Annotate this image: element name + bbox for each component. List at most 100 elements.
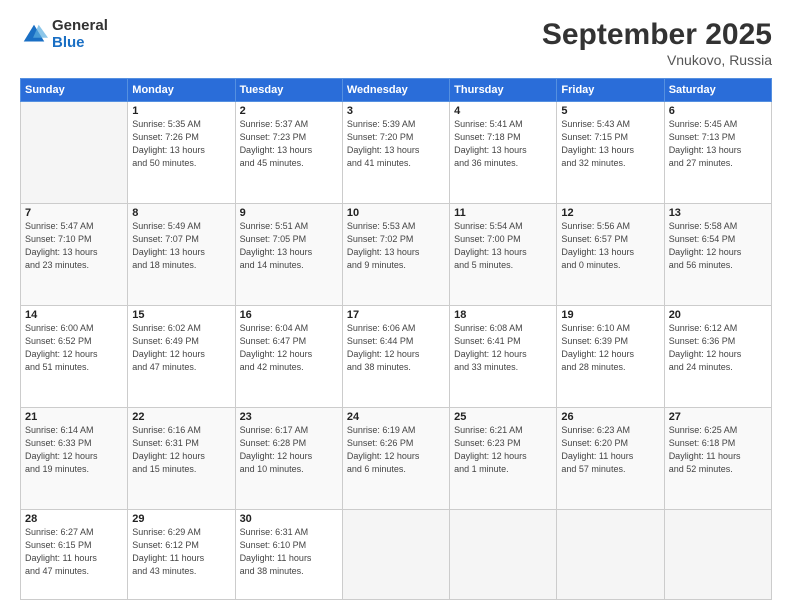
- calendar-cell: 21Sunrise: 6:14 AM Sunset: 6:33 PM Dayli…: [21, 407, 128, 509]
- calendar-cell: 18Sunrise: 6:08 AM Sunset: 6:41 PM Dayli…: [450, 305, 557, 407]
- day-info: Sunrise: 6:29 AM Sunset: 6:12 PM Dayligh…: [132, 526, 230, 578]
- day-info: Sunrise: 5:47 AM Sunset: 7:10 PM Dayligh…: [25, 220, 123, 272]
- day-number: 23: [240, 411, 338, 423]
- day-info: Sunrise: 6:17 AM Sunset: 6:28 PM Dayligh…: [240, 424, 338, 476]
- day-info: Sunrise: 6:19 AM Sunset: 6:26 PM Dayligh…: [347, 424, 445, 476]
- header: General Blue September 2025 Vnukovo, Rus…: [20, 18, 772, 68]
- col-header-monday: Monday: [128, 79, 235, 102]
- calendar-cell: 26Sunrise: 6:23 AM Sunset: 6:20 PM Dayli…: [557, 407, 664, 509]
- day-number: 6: [669, 105, 767, 117]
- day-info: Sunrise: 6:31 AM Sunset: 6:10 PM Dayligh…: [240, 526, 338, 578]
- calendar-week-4: 21Sunrise: 6:14 AM Sunset: 6:33 PM Dayli…: [21, 407, 772, 509]
- calendar-cell: 29Sunrise: 6:29 AM Sunset: 6:12 PM Dayli…: [128, 509, 235, 599]
- day-number: 20: [669, 309, 767, 321]
- calendar-week-5: 28Sunrise: 6:27 AM Sunset: 6:15 PM Dayli…: [21, 509, 772, 599]
- page: General Blue September 2025 Vnukovo, Rus…: [0, 0, 792, 612]
- day-number: 2: [240, 105, 338, 117]
- day-number: 17: [347, 309, 445, 321]
- calendar-cell: 4Sunrise: 5:41 AM Sunset: 7:18 PM Daylig…: [450, 102, 557, 204]
- col-header-wednesday: Wednesday: [342, 79, 449, 102]
- day-info: Sunrise: 6:00 AM Sunset: 6:52 PM Dayligh…: [25, 322, 123, 374]
- day-info: Sunrise: 5:54 AM Sunset: 7:00 PM Dayligh…: [454, 220, 552, 272]
- calendar-cell: [557, 509, 664, 599]
- calendar-cell: [342, 509, 449, 599]
- day-info: Sunrise: 6:06 AM Sunset: 6:44 PM Dayligh…: [347, 322, 445, 374]
- day-number: 13: [669, 207, 767, 219]
- calendar-cell: 5Sunrise: 5:43 AM Sunset: 7:15 PM Daylig…: [557, 102, 664, 204]
- calendar-table: SundayMondayTuesdayWednesdayThursdayFrid…: [20, 78, 772, 600]
- day-info: Sunrise: 5:43 AM Sunset: 7:15 PM Dayligh…: [561, 118, 659, 170]
- day-info: Sunrise: 6:25 AM Sunset: 6:18 PM Dayligh…: [669, 424, 767, 476]
- calendar-cell: 23Sunrise: 6:17 AM Sunset: 6:28 PM Dayli…: [235, 407, 342, 509]
- day-number: 27: [669, 411, 767, 423]
- day-info: Sunrise: 6:10 AM Sunset: 6:39 PM Dayligh…: [561, 322, 659, 374]
- day-number: 26: [561, 411, 659, 423]
- day-number: 9: [240, 207, 338, 219]
- day-number: 18: [454, 309, 552, 321]
- col-header-tuesday: Tuesday: [235, 79, 342, 102]
- day-number: 21: [25, 411, 123, 423]
- day-info: Sunrise: 6:16 AM Sunset: 6:31 PM Dayligh…: [132, 424, 230, 476]
- month-title: September 2025: [542, 18, 772, 52]
- day-number: 8: [132, 207, 230, 219]
- day-info: Sunrise: 5:35 AM Sunset: 7:26 PM Dayligh…: [132, 118, 230, 170]
- calendar-cell: 7Sunrise: 5:47 AM Sunset: 7:10 PM Daylig…: [21, 203, 128, 305]
- calendar-cell: 13Sunrise: 5:58 AM Sunset: 6:54 PM Dayli…: [664, 203, 771, 305]
- calendar-cell: 10Sunrise: 5:53 AM Sunset: 7:02 PM Dayli…: [342, 203, 449, 305]
- day-number: 1: [132, 105, 230, 117]
- day-info: Sunrise: 6:08 AM Sunset: 6:41 PM Dayligh…: [454, 322, 552, 374]
- logo-blue-text: Blue: [52, 35, 108, 52]
- location: Vnukovo, Russia: [542, 52, 772, 68]
- calendar-week-1: 1Sunrise: 5:35 AM Sunset: 7:26 PM Daylig…: [21, 102, 772, 204]
- col-header-thursday: Thursday: [450, 79, 557, 102]
- calendar-cell: 8Sunrise: 5:49 AM Sunset: 7:07 PM Daylig…: [128, 203, 235, 305]
- calendar-cell: 25Sunrise: 6:21 AM Sunset: 6:23 PM Dayli…: [450, 407, 557, 509]
- day-number: 25: [454, 411, 552, 423]
- day-info: Sunrise: 6:02 AM Sunset: 6:49 PM Dayligh…: [132, 322, 230, 374]
- day-number: 28: [25, 513, 123, 525]
- calendar-cell: 15Sunrise: 6:02 AM Sunset: 6:49 PM Dayli…: [128, 305, 235, 407]
- day-number: 14: [25, 309, 123, 321]
- calendar-cell: 1Sunrise: 5:35 AM Sunset: 7:26 PM Daylig…: [128, 102, 235, 204]
- day-info: Sunrise: 5:51 AM Sunset: 7:05 PM Dayligh…: [240, 220, 338, 272]
- calendar-cell: 22Sunrise: 6:16 AM Sunset: 6:31 PM Dayli…: [128, 407, 235, 509]
- calendar-cell: 11Sunrise: 5:54 AM Sunset: 7:00 PM Dayli…: [450, 203, 557, 305]
- calendar-week-3: 14Sunrise: 6:00 AM Sunset: 6:52 PM Dayli…: [21, 305, 772, 407]
- day-info: Sunrise: 5:39 AM Sunset: 7:20 PM Dayligh…: [347, 118, 445, 170]
- day-info: Sunrise: 6:14 AM Sunset: 6:33 PM Dayligh…: [25, 424, 123, 476]
- calendar-cell: 20Sunrise: 6:12 AM Sunset: 6:36 PM Dayli…: [664, 305, 771, 407]
- day-info: Sunrise: 5:53 AM Sunset: 7:02 PM Dayligh…: [347, 220, 445, 272]
- day-number: 19: [561, 309, 659, 321]
- logo: General Blue: [20, 18, 108, 51]
- calendar-cell: 30Sunrise: 6:31 AM Sunset: 6:10 PM Dayli…: [235, 509, 342, 599]
- day-info: Sunrise: 5:41 AM Sunset: 7:18 PM Dayligh…: [454, 118, 552, 170]
- calendar-cell: [450, 509, 557, 599]
- calendar-cell: 3Sunrise: 5:39 AM Sunset: 7:20 PM Daylig…: [342, 102, 449, 204]
- logo-text: General Blue: [52, 18, 108, 51]
- logo-general-text: General: [52, 18, 108, 35]
- day-info: Sunrise: 5:49 AM Sunset: 7:07 PM Dayligh…: [132, 220, 230, 272]
- calendar-cell: 12Sunrise: 5:56 AM Sunset: 6:57 PM Dayli…: [557, 203, 664, 305]
- calendar-cell: [664, 509, 771, 599]
- day-info: Sunrise: 6:27 AM Sunset: 6:15 PM Dayligh…: [25, 526, 123, 578]
- day-number: 24: [347, 411, 445, 423]
- calendar-cell: 28Sunrise: 6:27 AM Sunset: 6:15 PM Dayli…: [21, 509, 128, 599]
- day-number: 4: [454, 105, 552, 117]
- day-number: 7: [25, 207, 123, 219]
- title-block: September 2025 Vnukovo, Russia: [542, 18, 772, 68]
- calendar-cell: 6Sunrise: 5:45 AM Sunset: 7:13 PM Daylig…: [664, 102, 771, 204]
- day-number: 3: [347, 105, 445, 117]
- calendar-cell: 16Sunrise: 6:04 AM Sunset: 6:47 PM Dayli…: [235, 305, 342, 407]
- day-info: Sunrise: 5:56 AM Sunset: 6:57 PM Dayligh…: [561, 220, 659, 272]
- calendar-cell: 17Sunrise: 6:06 AM Sunset: 6:44 PM Dayli…: [342, 305, 449, 407]
- day-number: 29: [132, 513, 230, 525]
- day-info: Sunrise: 5:45 AM Sunset: 7:13 PM Dayligh…: [669, 118, 767, 170]
- logo-icon: [20, 21, 48, 49]
- day-number: 22: [132, 411, 230, 423]
- col-header-friday: Friday: [557, 79, 664, 102]
- day-info: Sunrise: 6:23 AM Sunset: 6:20 PM Dayligh…: [561, 424, 659, 476]
- day-number: 12: [561, 207, 659, 219]
- day-number: 16: [240, 309, 338, 321]
- day-number: 11: [454, 207, 552, 219]
- day-info: Sunrise: 5:58 AM Sunset: 6:54 PM Dayligh…: [669, 220, 767, 272]
